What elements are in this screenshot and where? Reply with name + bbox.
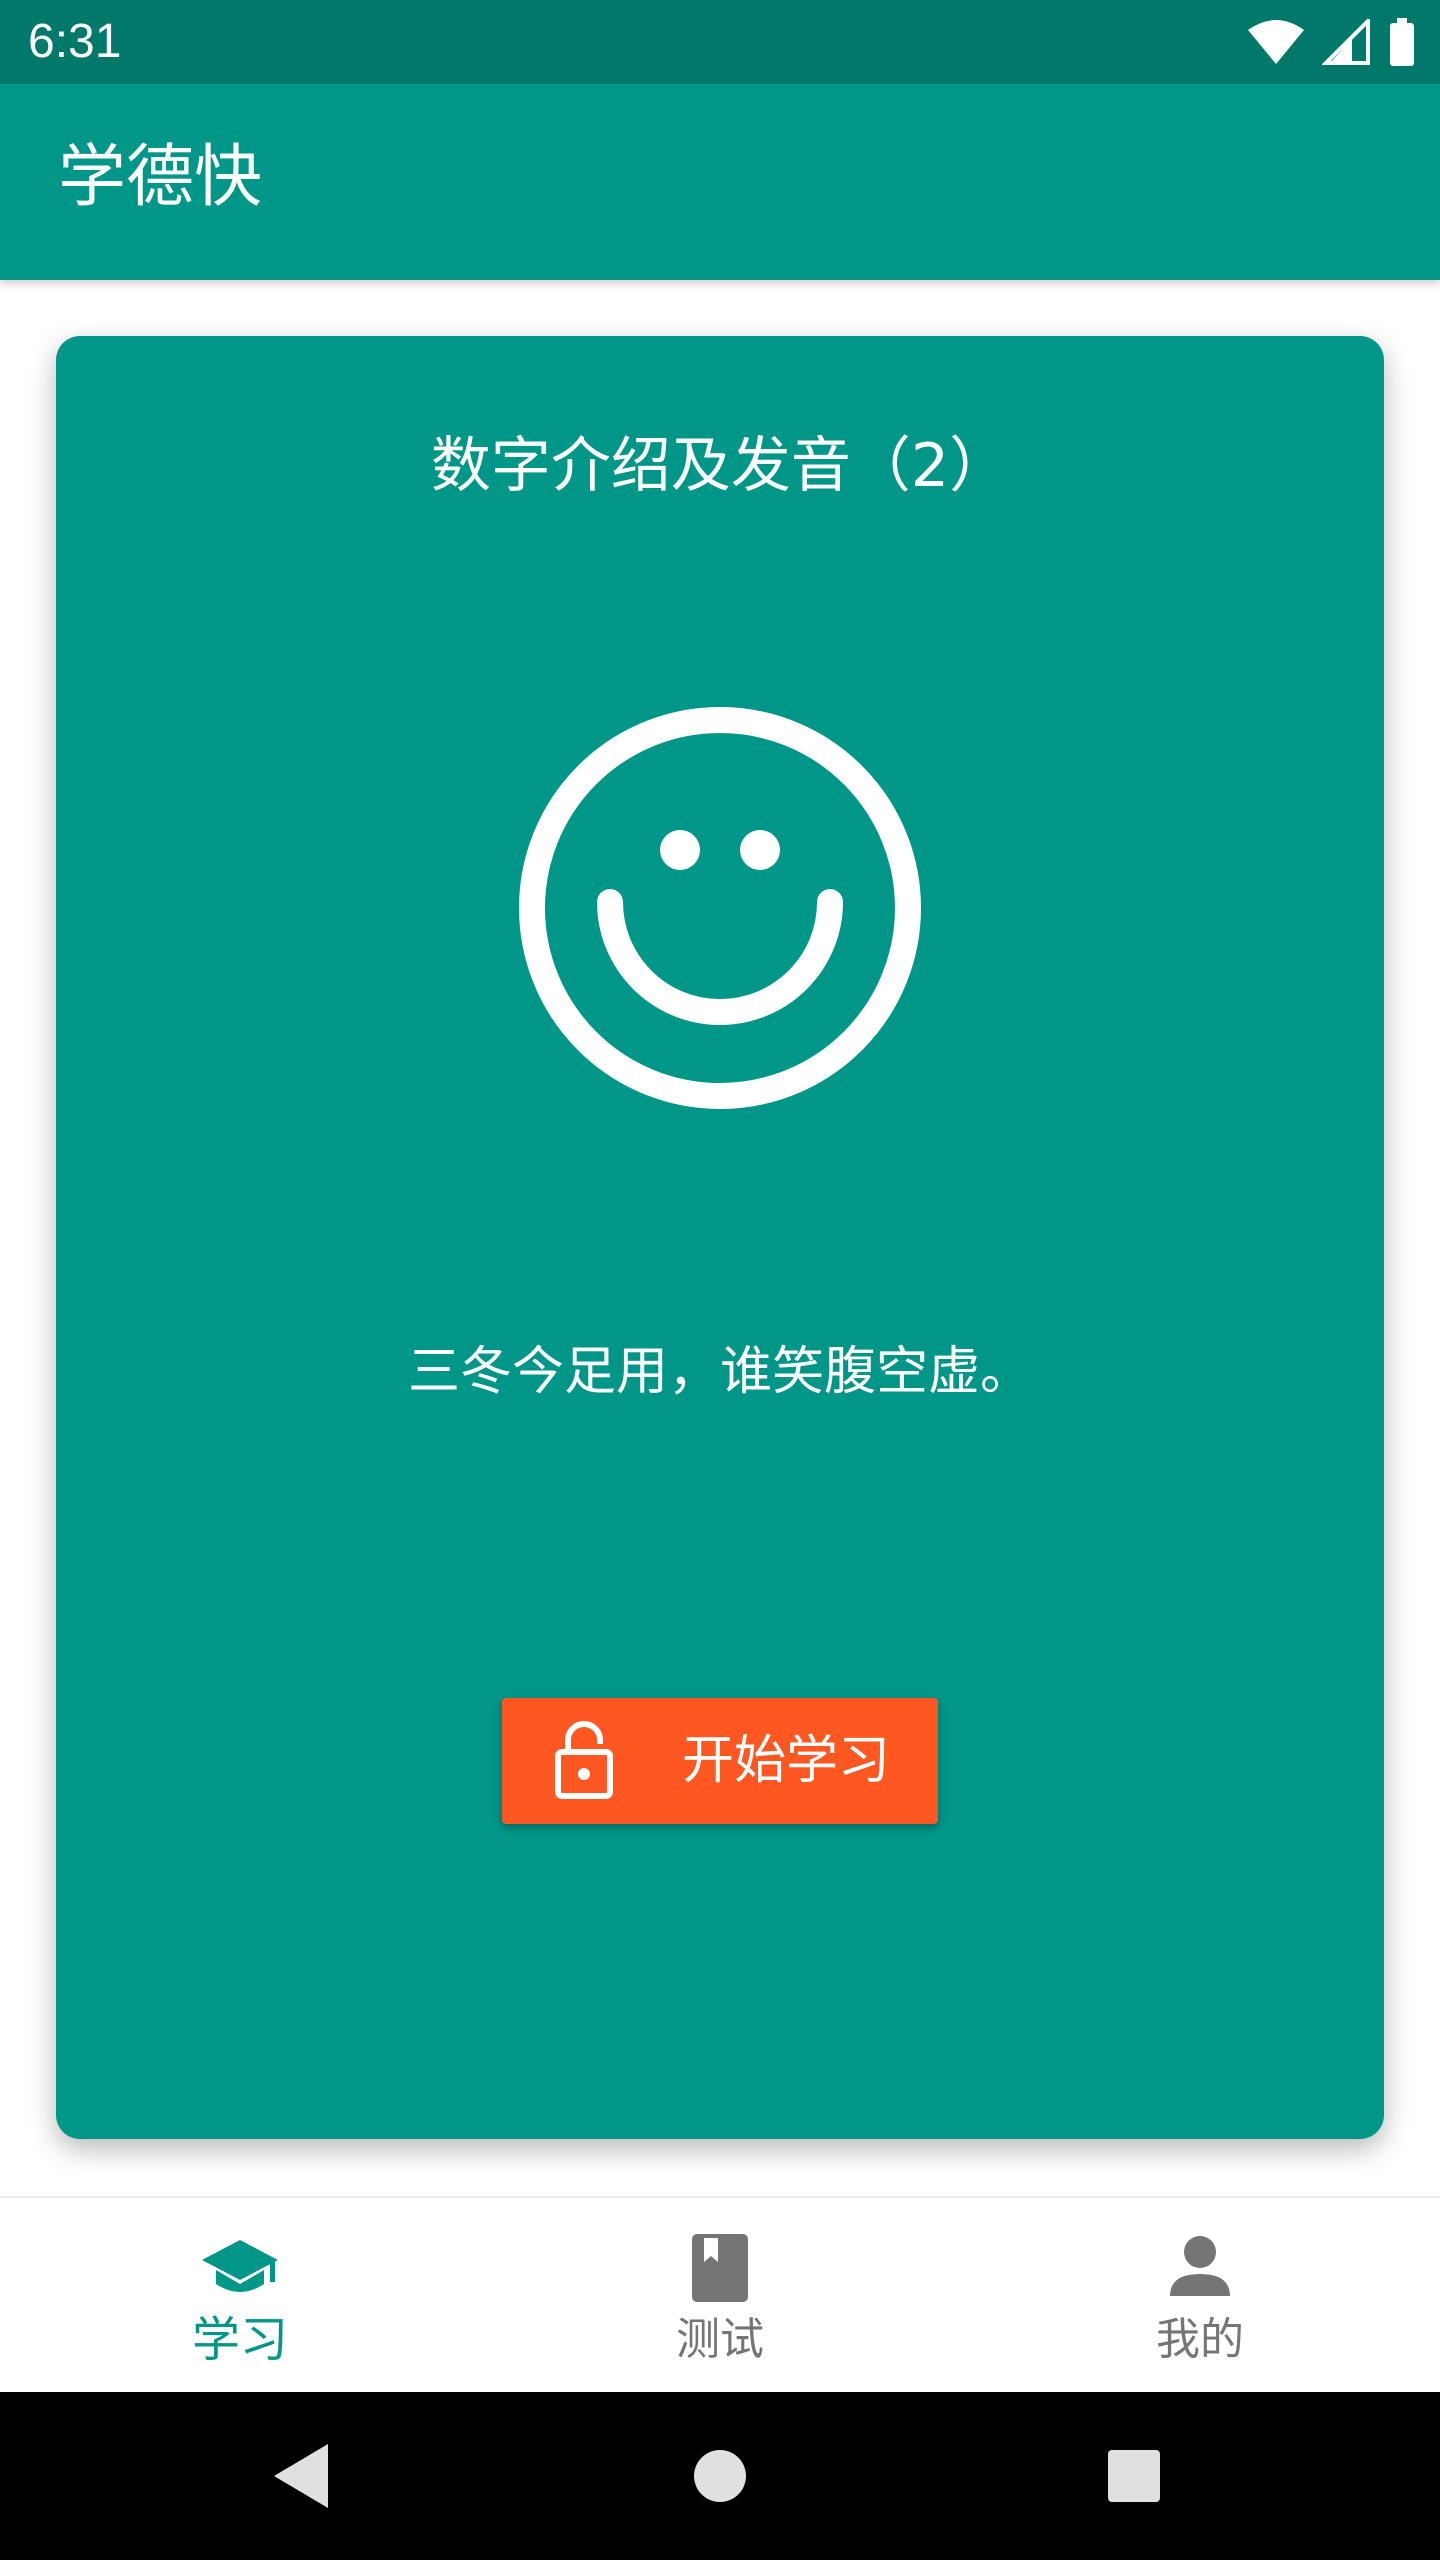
status-bar: 6:31 bbox=[0, 0, 1440, 84]
wifi-icon bbox=[1248, 20, 1304, 64]
cell-signal-icon bbox=[1322, 19, 1370, 65]
system-navigation-bar bbox=[0, 2392, 1440, 2560]
nav-item-study[interactable]: 学习 bbox=[0, 2198, 480, 2394]
start-learning-button[interactable]: 开始学习 bbox=[502, 1698, 938, 1824]
start-button-label: 开始学习 bbox=[682, 1731, 891, 1791]
battery-icon bbox=[1390, 18, 1414, 66]
lesson-title: 数字介绍及发音（2） bbox=[430, 431, 1010, 501]
status-time: 6:31 bbox=[28, 15, 122, 68]
back-triangle-icon[interactable] bbox=[250, 2426, 350, 2526]
nav-item-mine[interactable]: 我的 bbox=[960, 2198, 1440, 2394]
book-icon bbox=[692, 2234, 748, 2302]
lesson-quote: 三冬今足用，谁笑腹空虚。 bbox=[407, 1342, 1032, 1402]
status-icons bbox=[1248, 14, 1416, 70]
bottom-navigation: 学习 测试 我的 bbox=[0, 2196, 1440, 2392]
nav-label-test: 测试 bbox=[676, 2314, 764, 2365]
nav-item-test[interactable]: 测试 bbox=[480, 2198, 960, 2394]
lock-open-icon bbox=[555, 1721, 613, 1799]
nav-label-mine: 我的 bbox=[1156, 2314, 1244, 2365]
smiley-face-icon bbox=[519, 707, 921, 1109]
app-title: 学德快 bbox=[58, 138, 263, 217]
lesson-card: 数字介绍及发音（2） 三冬今足用，谁笑腹空虚。 开始学习 bbox=[56, 336, 1384, 2139]
recents-square-icon[interactable] bbox=[1084, 2426, 1184, 2526]
person-icon bbox=[1170, 2236, 1230, 2296]
home-circle-icon[interactable] bbox=[670, 2426, 770, 2526]
app-bar: 学德快 bbox=[0, 84, 1440, 280]
nav-label-study: 学习 bbox=[191, 2312, 288, 2368]
graduation-cap-icon bbox=[202, 2240, 278, 2292]
